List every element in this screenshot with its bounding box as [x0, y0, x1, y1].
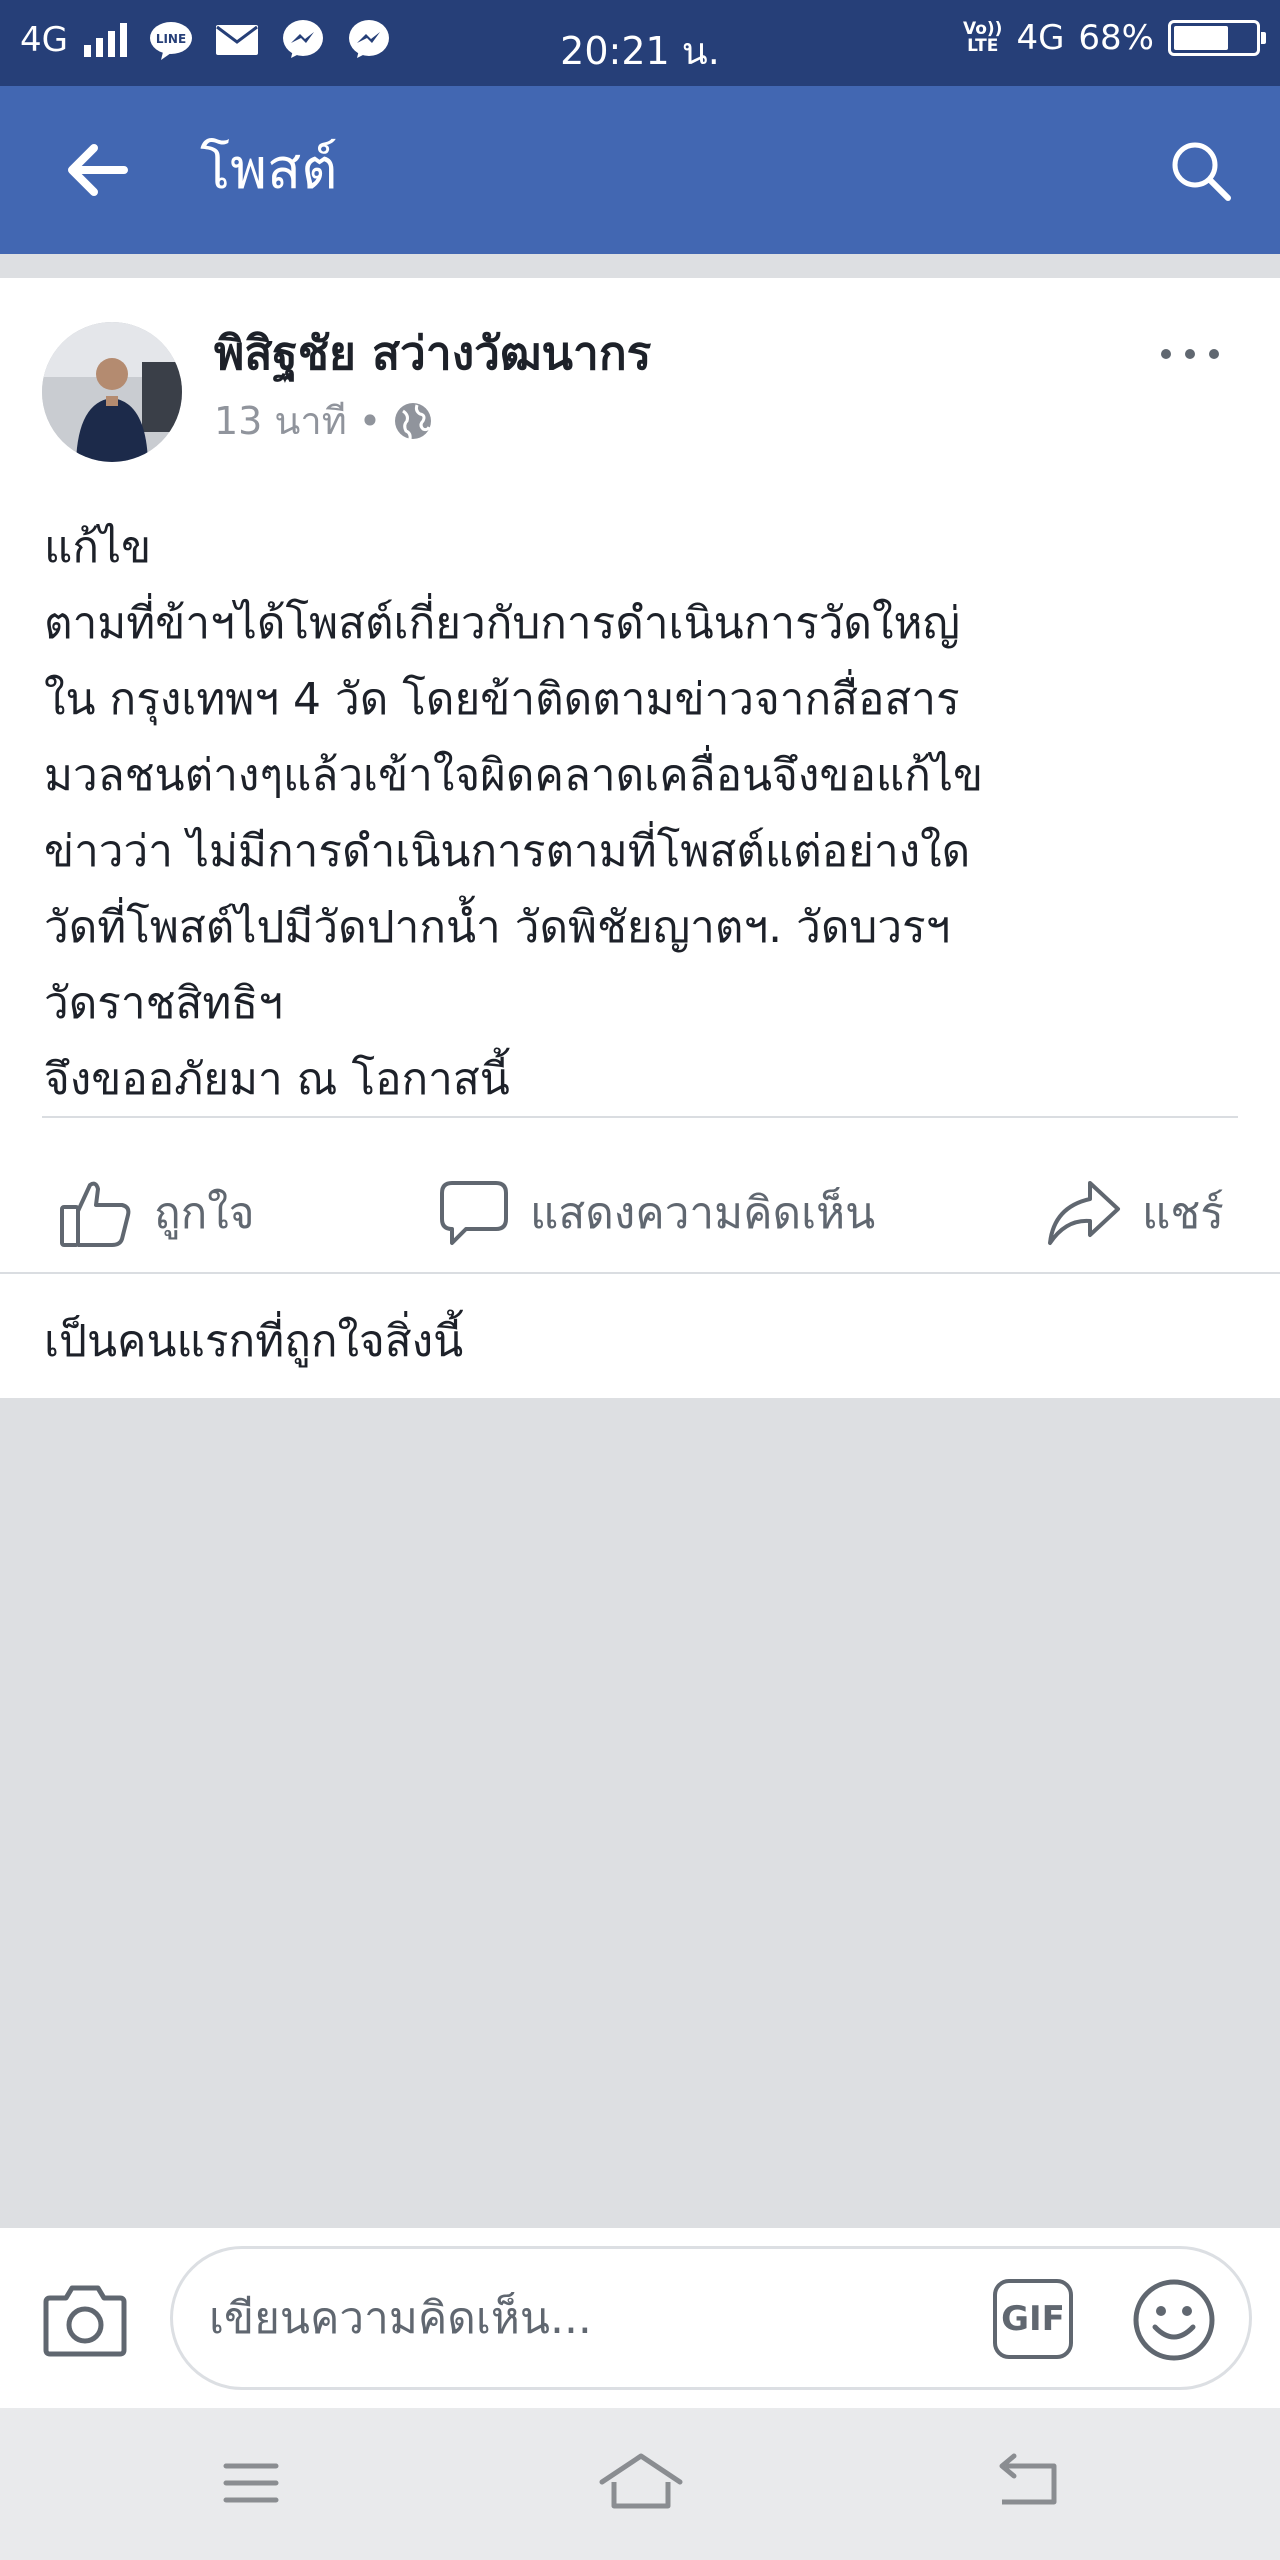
post-line: วัดราชสิทธิฯ: [44, 978, 283, 1029]
comment-label: แสดงความคิดเห็น: [530, 1188, 876, 1239]
post-line: วัดที่โพสต์ไปมีวัดปากน้ำ วัดพิชัยญาตฯ. ว…: [44, 902, 951, 953]
comment-icon: [440, 1181, 508, 1245]
post-line: มวลชนต่างๆแล้วเข้าใจผิดคลาดเคลื่อนจึงขอแ…: [44, 750, 984, 801]
system-nav-bar: [0, 2408, 1280, 2560]
divider: [42, 1116, 1238, 1118]
menu-icon[interactable]: [206, 2448, 296, 2518]
comment-composer: เขียนความคิดเห็น... GIF: [0, 2228, 1280, 2408]
avatar[interactable]: [42, 322, 182, 462]
like-button[interactable]: ถูกใจ: [58, 1148, 255, 1278]
battery-percent: 68%: [1078, 18, 1154, 58]
meta-separator: •: [358, 399, 382, 443]
share-icon: [1048, 1181, 1120, 1245]
post-line: ตามที่ข้าฯได้โพสต์เกี่ยวกับการดำเนินการว…: [44, 598, 960, 649]
post-meta: 13 นาที •: [214, 396, 433, 446]
comment-input[interactable]: เขียนความคิดเห็น... GIF: [170, 2246, 1252, 2390]
search-icon[interactable]: [1168, 138, 1234, 204]
post-actions: ถูกใจ แสดงความคิดเห็น แชร์: [0, 1148, 1280, 1278]
like-label: ถูกใจ: [154, 1188, 255, 1239]
first-like-text: เป็นคนแรกที่ถูกใจสิ่งนี้: [44, 1316, 464, 1367]
post-line: ข่าวว่า ไม่มีการดำเนินการตามที่โพสต์แต่อ…: [44, 826, 971, 877]
post-time[interactable]: 13 นาที: [214, 396, 347, 446]
back-arrow-icon[interactable]: [58, 132, 134, 208]
app-bar: โพสต์: [0, 86, 1280, 254]
thumbs-up-icon: [60, 1181, 131, 1247]
comment-button[interactable]: แสดงความคิดเห็น: [438, 1148, 875, 1278]
battery-icon: [1168, 20, 1266, 56]
volte-indicator: Vo)) LTE: [962, 19, 1003, 56]
post-line: แก้ไข: [44, 522, 152, 573]
post-line: จึงขออภัยมา ณ โอกาสนี้: [44, 1054, 510, 1105]
globe-icon: [395, 403, 432, 440]
divider: [0, 1272, 1280, 1274]
post-body: แก้ไข ตามที่ข้าฯได้โพสต์เกี่ยวกับการดำเน…: [44, 510, 1244, 1118]
home-icon[interactable]: [596, 2448, 686, 2518]
post-line: ใน กรุงเทพฯ 4 วัด โดยข้าติดตามข่าวจากสื่…: [44, 674, 960, 725]
share-label: แชร์: [1142, 1188, 1224, 1239]
post-author[interactable]: พิสิฐชัย สว่างวัฒนากร: [214, 322, 651, 384]
emoji-icon[interactable]: [1131, 2277, 1217, 2363]
post-card: พิสิฐชัย สว่างวัฒนากร 13 นาที • แก้ไข ตา…: [0, 278, 1280, 1398]
more-options-icon[interactable]: [1158, 344, 1222, 364]
back-icon[interactable]: [984, 2448, 1074, 2518]
share-button[interactable]: แชร์: [1046, 1148, 1224, 1278]
page-title: โพสต์: [200, 137, 338, 202]
data-network-label: 4G: [1016, 18, 1065, 58]
gif-button[interactable]: GIF: [993, 2279, 1073, 2359]
camera-icon[interactable]: [42, 2280, 128, 2358]
comment-placeholder: เขียนความคิดเห็น...: [209, 2293, 592, 2344]
status-bar: 4G LINE 20:21 น. Vo)) LTE 4G 68%: [0, 0, 1280, 86]
